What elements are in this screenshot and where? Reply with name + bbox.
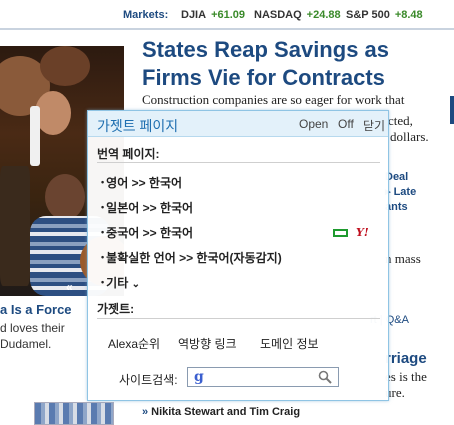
index-name: NASDAQ [254,9,302,21]
markets-bar: Markets: DJIA +61.09 NASDAQ +24.88 S&P 500… [0,0,454,28]
market-index-nasdaq[interactable]: NASDAQ +24.88 [254,9,341,21]
photo-detail [0,166,30,286]
bullet-icon: » [142,406,149,418]
sidebar-link[interactable]: Deal [385,170,416,185]
photo-detail [30,106,40,166]
open-button[interactable]: Open [299,117,328,131]
gadget-section-title: 가젯트: [97,302,135,316]
domain-info-button[interactable]: 도메인 정보 [260,335,319,352]
translate-section-title: 번역 페이지: [97,147,160,161]
story-thumbnail[interactable] [34,402,114,425]
more-label: 기타 [106,276,129,290]
lang-label: 중국어 >> 한국어 [106,226,194,240]
photo-prev-icon[interactable]: « [66,280,80,294]
translate-auto-detect[interactable]: • 불확실한 언어 >> 한국어(자동감지) [101,249,282,266]
caption-line: Dudamel. [0,337,52,351]
sidebar-body-line: es is the [385,369,427,384]
flag-icon[interactable] [333,229,348,237]
more-languages-toggle[interactable]: • 기타 ⌄ [101,274,140,291]
index-change: +61.09 [211,9,246,21]
popup-header: 가젯트 페이지 Open Off 닫기 [88,111,388,137]
lang-label: 영어 >> 한국어 [106,176,183,190]
sidebar-heading[interactable]: rriage [385,350,427,367]
photo-detail [40,46,90,86]
index-name: DJIA [181,9,207,21]
market-index-sp500[interactable]: S&P 500 +8.48 [346,9,423,21]
scroll-indicator [450,96,454,124]
off-button[interactable]: Off [338,117,354,131]
lang-label: 불확실한 언어 >> 한국어(자동감지) [106,251,282,265]
alexa-rank-button[interactable]: Alexa순위 [108,335,160,352]
translate-japanese-korean[interactable]: • 일본어 >> 한국어 [101,199,193,216]
section-divider [97,162,380,163]
header-divider [0,28,454,30]
search-icon[interactable] [318,370,332,384]
yahoo-icon[interactable]: Y! [356,226,369,239]
markets-label: Markets: [123,9,169,21]
site-search-input[interactable]: g [187,367,339,387]
sidebar-text: n mass [385,251,421,266]
bullet-icon: • [101,227,105,237]
chevron-down-icon: ⌄ [131,279,140,290]
byline-text: Nikita Stewart and Tim Craig [151,406,301,418]
backlinks-button[interactable]: 역방향 링크 [178,335,237,352]
translate-english-korean[interactable]: • 영어 >> 한국어 [101,174,182,191]
section-divider [97,318,380,319]
photo-caption-title[interactable]: a Is a Force [0,302,72,317]
search-engine-icon: g [194,369,204,385]
photo-detail [35,91,71,135]
caption-line: d loves their [0,321,65,335]
index-change: +8.48 [394,9,423,21]
bullet-icon: • [101,177,105,187]
sidebar-link[interactable]: ▸ Late [385,185,416,200]
deck-fragment: dollars. [390,129,429,144]
popup-title: 가젯트 페이지 [97,118,179,134]
index-change: +24.88 [306,9,341,21]
site-search-label: 사이트검색: [119,373,178,387]
article-deck: Construction companies are so eager for … [142,92,405,107]
index-name: S&P 500 [346,9,390,21]
sidebar-link[interactable]: ants [385,200,416,215]
photo-detail [45,174,85,220]
market-index-djia[interactable]: DJIA +61.09 [181,9,245,21]
article-headline[interactable]: States Reap Savings as Firms Vie for Con… [142,36,442,92]
bullet-icon: • [101,202,105,212]
translate-chinese-korean[interactable]: • 중국어 >> 한국어 [101,224,193,241]
bullet-icon: • [101,252,105,262]
close-button[interactable]: 닫기 [363,117,385,134]
sidebar-links[interactable]: Deal ▸ Late ants [385,170,416,215]
story-byline[interactable]: » Nikita Stewart and Tim Craig [142,406,300,418]
deck-fragment: cted, [388,113,413,128]
lang-label: 일본어 >> 한국어 [106,201,194,215]
gadget-popup: 가젯트 페이지 Open Off 닫기 번역 페이지: • 영어 >> 한국어 •… [87,110,389,401]
bullet-icon: • [101,277,105,287]
photo-caption-text: d loves their Dudamel. [0,320,80,352]
